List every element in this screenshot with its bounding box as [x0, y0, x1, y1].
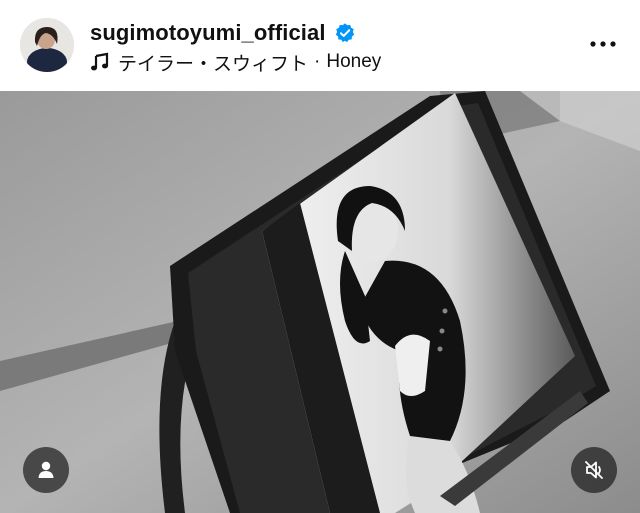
more-options-icon — [590, 41, 616, 47]
music-artist: テイラー・スウィフト — [118, 53, 309, 75]
music-row[interactable]: テイラー・スウィフト · Honey — [90, 49, 381, 75]
music-separator: · — [314, 51, 321, 72]
tagged-users-button[interactable] — [23, 447, 69, 493]
audio-toggle-button[interactable] — [571, 447, 617, 493]
avatar[interactable] — [20, 18, 74, 72]
username-row: sugimotoyumi_official — [90, 20, 356, 46]
post-photo[interactable] — [0, 91, 640, 513]
user-icon — [38, 461, 54, 478]
avatar-image — [20, 18, 74, 72]
more-options-button[interactable] — [588, 34, 618, 54]
music-note-icon — [91, 52, 109, 71]
username[interactable]: sugimotoyumi_official — [90, 20, 326, 46]
photo-image — [0, 91, 640, 513]
post-header: sugimotoyumi_official テイラー・スウィフト · Honey — [0, 0, 640, 91]
music-track: Honey — [326, 51, 382, 72]
verified-badge-icon — [335, 23, 354, 43]
speaker-muted-icon — [585, 461, 603, 479]
